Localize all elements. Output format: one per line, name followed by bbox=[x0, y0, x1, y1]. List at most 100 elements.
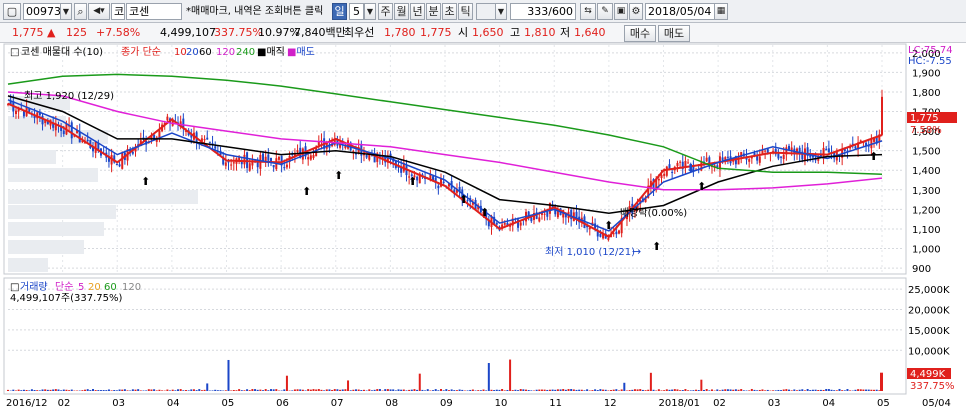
volume-bar bbox=[469, 390, 471, 391]
stock-name-field: 코센 bbox=[126, 3, 182, 20]
volume-bar bbox=[392, 389, 394, 391]
volume-bar bbox=[305, 390, 307, 391]
volume-bar bbox=[870, 390, 872, 391]
volume-bar bbox=[506, 390, 508, 391]
sell-button[interactable]: 매도 bbox=[658, 25, 690, 42]
volume-bar bbox=[509, 360, 511, 391]
market-type-label: 코 bbox=[111, 3, 125, 20]
period-tick-button[interactable]: 틱 bbox=[458, 3, 473, 20]
x-tick-label: 03 bbox=[768, 398, 781, 409]
volume-bar bbox=[241, 390, 243, 391]
volume-checkbox-icon[interactable]: □ bbox=[10, 282, 19, 293]
low-label: 저 bbox=[560, 26, 570, 40]
window-icon[interactable]: ▢ bbox=[3, 3, 21, 20]
compare-icon[interactable]: ⇆ bbox=[580, 3, 596, 20]
draw-tool-icon[interactable]: ✎ bbox=[597, 3, 613, 20]
volume-bar bbox=[371, 390, 373, 391]
legend-checkbox-icon[interactable]: □ bbox=[10, 47, 19, 58]
volume-bar bbox=[148, 389, 150, 391]
volume-bar bbox=[63, 390, 65, 391]
volume-bar bbox=[631, 390, 633, 391]
volume-bar bbox=[302, 390, 304, 391]
volume-bar bbox=[607, 390, 609, 391]
candle-body bbox=[286, 165, 288, 168]
volume-bar bbox=[220, 390, 222, 391]
period-number-input[interactable]: 5 bbox=[349, 3, 364, 20]
volume-bar bbox=[254, 389, 256, 391]
volume-bar bbox=[142, 390, 144, 391]
candle-body bbox=[443, 182, 445, 183]
x-tick-label: 04 bbox=[167, 398, 180, 409]
volume-bar bbox=[761, 389, 763, 391]
settings-gear-icon[interactable]: ⚙ bbox=[629, 3, 643, 20]
volume-bar bbox=[103, 390, 105, 391]
interval-select[interactable] bbox=[476, 3, 496, 20]
volume-bar bbox=[876, 390, 878, 391]
volume-bar bbox=[413, 389, 415, 391]
period-day-button[interactable]: 일 bbox=[332, 3, 347, 20]
low-value: 1,640 bbox=[574, 26, 606, 40]
volume-bar bbox=[424, 390, 426, 391]
candle-body bbox=[544, 214, 546, 215]
code-input[interactable]: 009730 bbox=[23, 3, 61, 20]
period-minute-button[interactable]: 분 bbox=[426, 3, 441, 20]
volume-bar bbox=[716, 389, 718, 391]
buy-button[interactable]: 매수 bbox=[624, 25, 656, 42]
volume-legend-prefix: 단순 bbox=[55, 281, 73, 293]
volume-bar bbox=[429, 390, 431, 391]
volume-bar bbox=[562, 389, 564, 391]
date-input[interactable]: 2018/05/04 bbox=[645, 3, 715, 20]
volume-bar bbox=[156, 390, 158, 391]
volume-bar bbox=[751, 389, 753, 391]
code-dropdown-icon[interactable]: ▼ bbox=[60, 3, 72, 20]
volume-bar bbox=[658, 389, 660, 391]
volume-bar bbox=[841, 390, 843, 391]
period-dropdown-icon[interactable]: ▼ bbox=[364, 3, 376, 20]
volume-bar bbox=[286, 376, 288, 391]
candle-body bbox=[679, 162, 681, 163]
speaker-icon[interactable]: ◀▾ bbox=[88, 3, 110, 20]
period-year-button[interactable]: 년 bbox=[410, 3, 425, 20]
volume-bar bbox=[575, 390, 577, 391]
volume-bar bbox=[18, 390, 20, 391]
volume-bar bbox=[376, 389, 378, 391]
volume-bar bbox=[161, 390, 163, 391]
count-input[interactable]: 333/600 bbox=[510, 3, 576, 20]
volume-bar bbox=[578, 390, 580, 391]
price-tick-label: 1,400 bbox=[912, 166, 941, 177]
volume-bar bbox=[785, 389, 787, 391]
volume-bar bbox=[732, 390, 734, 391]
volume-bar bbox=[676, 389, 678, 391]
volume-bar bbox=[384, 389, 386, 391]
period-second-button[interactable]: 초 bbox=[442, 3, 457, 20]
candle-body bbox=[881, 97, 883, 135]
volume-bar bbox=[490, 390, 492, 391]
legend-magic: 매직 bbox=[266, 46, 284, 58]
save-icon[interactable]: ▣ bbox=[614, 3, 628, 20]
volume-legend-ma120: 120 bbox=[122, 282, 141, 293]
volume-bar bbox=[504, 390, 506, 391]
volume-bar bbox=[443, 390, 445, 391]
candle-body bbox=[206, 138, 208, 140]
search-icon[interactable]: ⌕ bbox=[74, 3, 87, 20]
count-value: 333 bbox=[527, 5, 548, 18]
volume-bar bbox=[477, 390, 479, 391]
calendar-icon[interactable]: ▦ bbox=[714, 3, 728, 20]
volume-bar bbox=[772, 390, 774, 391]
volume-bar bbox=[719, 390, 721, 391]
legend-sell-box-icon: ■ bbox=[287, 47, 296, 58]
stock-chart[interactable]: ⬆⬆⬆⬆⬆⬆⬆⬆⬆⬇⬆→ 2,0001,9001,8001,7001,6001,… bbox=[0, 43, 966, 411]
interval-dropdown-icon[interactable]: ▼ bbox=[495, 3, 507, 20]
period-month-button[interactable]: 월 bbox=[394, 3, 409, 20]
volume-bar bbox=[536, 390, 538, 391]
volume-bar bbox=[7, 390, 9, 391]
buy-signal-arrow-icon: ⬆ bbox=[302, 185, 311, 198]
candle-body bbox=[249, 163, 251, 171]
volume-bar bbox=[307, 389, 309, 391]
period-week-button[interactable]: 주 bbox=[378, 3, 393, 20]
candle-body bbox=[116, 164, 118, 165]
volume-bar bbox=[467, 390, 469, 391]
volume-bar bbox=[642, 390, 644, 391]
high-annotation: 최고 1,920 (12/29) bbox=[24, 90, 114, 102]
legend-magic-label: ■매직 bbox=[257, 46, 285, 58]
